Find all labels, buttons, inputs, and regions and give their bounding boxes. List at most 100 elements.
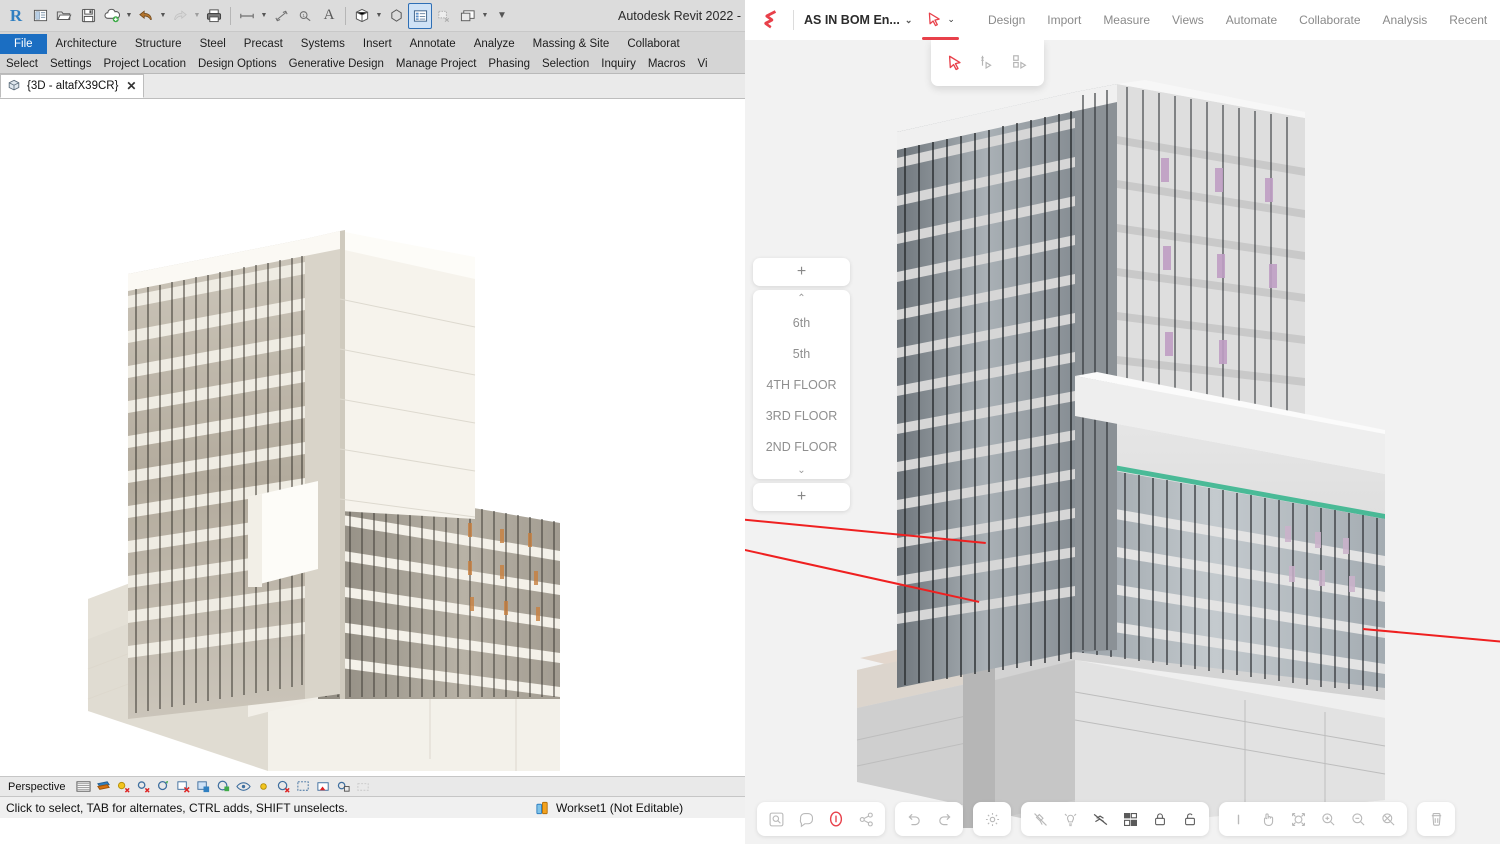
select-cursor-tool-icon[interactable] [946, 54, 964, 72]
unlock-icon[interactable] [1175, 804, 1205, 834]
print-icon[interactable] [202, 3, 226, 29]
tag-icon[interactable]: 1 [293, 3, 317, 29]
undo-icon[interactable] [134, 3, 158, 29]
nav-measure[interactable]: Measure [1092, 13, 1161, 27]
nav-views[interactable]: Views [1161, 13, 1215, 27]
reveal-hidden-elements-icon[interactable] [256, 779, 271, 794]
add-level-above-button[interactable]: + [753, 258, 850, 286]
settings-gear-icon[interactable] [977, 804, 1007, 834]
undo-dropdown-caret[interactable]: ▼ [158, 3, 168, 29]
visual-style-icon[interactable] [96, 779, 111, 794]
share-icon[interactable] [851, 804, 881, 834]
trash-icon[interactable] [1421, 804, 1451, 834]
ribbon-tab-collaborate[interactable]: Collaborat [618, 35, 688, 54]
subtab-project-location[interactable]: Project Location [98, 58, 192, 70]
zoom-out-icon[interactable] [1343, 804, 1373, 834]
cursor-icon[interactable] [1223, 804, 1253, 834]
redo-icon[interactable] [168, 3, 192, 29]
model-graphics-style-icon[interactable] [76, 779, 92, 794]
ribbon-tab-systems[interactable]: Systems [292, 35, 354, 54]
ribbon-tab-structure[interactable]: Structure [126, 35, 191, 54]
undo-icon[interactable] [899, 804, 929, 834]
nav-analysis[interactable]: Analysis [1372, 13, 1439, 27]
text-icon[interactable]: A [317, 3, 341, 29]
ribbon-tab-precast[interactable]: Precast [235, 35, 292, 54]
floor-level-5th[interactable]: 5th [753, 338, 850, 369]
zoom-to-selection-icon[interactable] [761, 804, 791, 834]
shadows-icon[interactable] [136, 779, 151, 794]
pan-hand-icon[interactable] [1253, 804, 1283, 834]
revit-3d-viewport[interactable] [0, 99, 745, 776]
new-project-icon[interactable] [28, 3, 52, 29]
ribbon-tab-architecture[interactable]: Architecture [47, 35, 126, 54]
save-to-cloud-icon[interactable] [100, 3, 124, 29]
sun-path-icon[interactable] [116, 779, 131, 794]
subtab-phasing[interactable]: Phasing [482, 58, 536, 70]
subtab-design-options[interactable]: Design Options [192, 58, 283, 70]
filters-icon[interactable] [1115, 804, 1145, 834]
project-selector[interactable]: AS IN BOM En... ⌄ [804, 13, 912, 27]
close-icon[interactable]: ✕ [126, 79, 136, 93]
section-tool-icon[interactable] [978, 54, 996, 72]
worksharing-display-icon[interactable] [336, 779, 351, 794]
ribbon-tab-insert[interactable]: Insert [354, 35, 401, 54]
viewer-3d-canvas[interactable] [745, 40, 1500, 844]
lock-icon[interactable] [1145, 804, 1175, 834]
temporary-view-properties-icon[interactable] [276, 779, 291, 794]
hide-analytical-model-icon[interactable] [296, 779, 311, 794]
measure-icon[interactable] [235, 3, 259, 29]
nav-automate[interactable]: Automate [1215, 13, 1288, 27]
open-project-icon[interactable] [52, 3, 76, 29]
floor-level-4th[interactable]: 4TH FLOOR [753, 369, 850, 400]
ribbon-tab-annotate[interactable]: Annotate [401, 35, 465, 54]
subtab-visibility[interactable]: Vi [692, 58, 714, 70]
scroll-down-chevron-icon[interactable]: ⌄ [753, 462, 850, 479]
redo-dropdown-caret[interactable]: ▼ [192, 3, 202, 29]
projection-off-icon[interactable] [1025, 804, 1055, 834]
temporary-hide-isolate-icon[interactable] [236, 779, 252, 794]
reveal-constraints-icon[interactable] [316, 779, 331, 794]
floor-level-3rd[interactable]: 3RD FLOOR [753, 400, 850, 431]
explode-icon[interactable] [1085, 804, 1115, 834]
properties-icon[interactable] [408, 2, 432, 29]
customize-qat-icon[interactable]: ▼ [490, 3, 514, 29]
zoom-in-icon[interactable] [1313, 804, 1343, 834]
switch-windows-icon[interactable] [456, 3, 480, 29]
default-3d-view-icon[interactable] [350, 3, 374, 29]
add-level-below-button[interactable]: + [753, 483, 850, 511]
redo-icon[interactable] [929, 804, 959, 834]
nav-design[interactable]: Design [977, 13, 1036, 27]
subtab-select[interactable]: Select [0, 58, 44, 70]
3d-view-dropdown-caret[interactable]: ▼ [374, 3, 384, 29]
nav-recent[interactable]: Recent [1438, 13, 1498, 27]
subtab-settings[interactable]: Settings [44, 58, 98, 70]
ribbon-tab-steel[interactable]: Steel [191, 35, 235, 54]
ribbon-tab-massing-site[interactable]: Massing & Site [524, 35, 619, 54]
floor-level-2nd[interactable]: 2ND FLOOR [753, 431, 850, 462]
ribbon-tab-analyze[interactable]: Analyze [465, 35, 524, 54]
measure-dropdown-caret[interactable]: ▼ [259, 3, 269, 29]
ribbon-tab-file[interactable]: File [0, 34, 47, 54]
subtab-selection[interactable]: Selection [536, 58, 595, 70]
save-icon[interactable] [76, 3, 100, 29]
close-hidden-windows-icon[interactable] [432, 3, 456, 29]
zoom-extents-icon[interactable] [1283, 804, 1313, 834]
scroll-up-chevron-icon[interactable]: ⌃ [753, 290, 850, 307]
active-tool-selector[interactable]: ⌄ [922, 11, 959, 40]
view-tab-3d[interactable]: {3D - altafX39CR} ✕ [0, 74, 145, 98]
nav-import[interactable]: Import [1036, 13, 1092, 27]
lock-3d-view-icon[interactable] [216, 779, 231, 794]
crop-view-icon[interactable] [176, 779, 191, 794]
subtab-manage-project[interactable]: Manage Project [390, 58, 483, 70]
subtab-inquiry[interactable]: Inquiry [595, 58, 642, 70]
nav-collaborate[interactable]: Collaborate [1288, 13, 1371, 27]
subtab-macros[interactable]: Macros [642, 58, 692, 70]
aligned-dimension-icon[interactable] [269, 3, 293, 29]
floor-level-6th[interactable]: 6th [753, 307, 850, 338]
speckle-logo-icon[interactable] [759, 8, 783, 32]
workset-indicator[interactable]: Workset1 (Not Editable) [535, 800, 683, 816]
comment-icon[interactable] [791, 804, 821, 834]
section-icon[interactable] [384, 3, 408, 29]
box-select-tool-icon[interactable] [1011, 54, 1029, 72]
subtab-generative-design[interactable]: Generative Design [283, 58, 390, 70]
